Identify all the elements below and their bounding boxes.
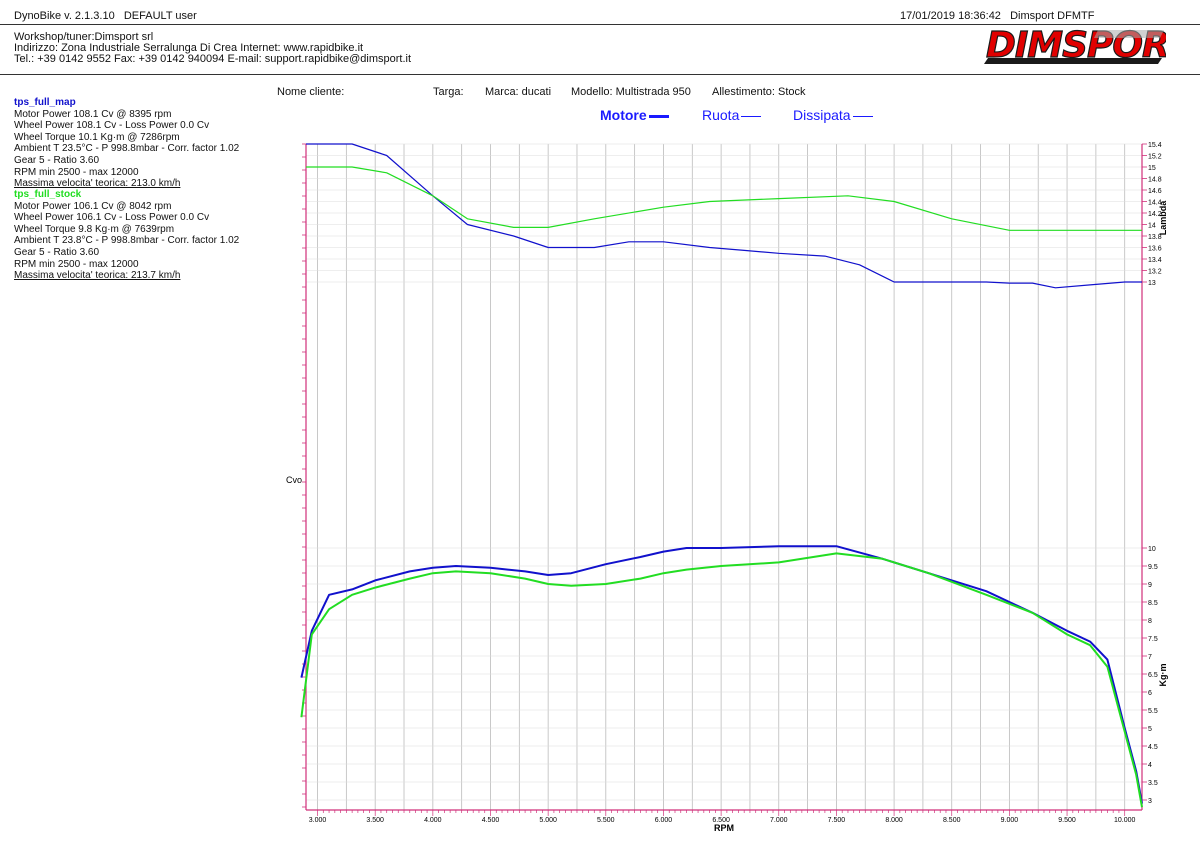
lambda-tick-label: 14.6 bbox=[1148, 188, 1162, 195]
torque-tick-label: 4 bbox=[1148, 762, 1152, 769]
x-tick-label: 8.500 bbox=[943, 817, 961, 824]
torque-tick-label: 7 bbox=[1148, 654, 1152, 661]
cvo-label: Cvo bbox=[286, 475, 302, 485]
x-axis-label: RPM bbox=[714, 823, 734, 833]
lambda-tick-label: 13.4 bbox=[1148, 257, 1162, 264]
torque-axis-label: Kg·m bbox=[1158, 664, 1168, 687]
chart-axes bbox=[302, 143, 1143, 816]
x-tick-label: 4.000 bbox=[424, 817, 442, 824]
torque-tick-label: 6 bbox=[1148, 690, 1152, 697]
torque-tick-label: 5 bbox=[1148, 726, 1152, 733]
x-tick-label: 5.500 bbox=[597, 817, 615, 824]
chart-grid bbox=[306, 143, 1142, 810]
torque-tick-label: 3 bbox=[1148, 798, 1152, 805]
lambda-tick-label: 14 bbox=[1148, 223, 1156, 230]
x-tick-label: 7.500 bbox=[828, 817, 846, 824]
lambda-line-tps_full_map bbox=[306, 143, 1142, 289]
x-tick-label: 4.500 bbox=[482, 817, 500, 824]
lambda-tick-label: 15.4 bbox=[1148, 142, 1162, 149]
torque-line-tps_full_stock bbox=[300, 552, 1143, 808]
x-tick-label: 3.000 bbox=[309, 817, 327, 824]
x-tick-label: 9.500 bbox=[1058, 817, 1076, 824]
torque-tick-label: 7.5 bbox=[1148, 636, 1158, 643]
torque-tick-label: 4.5 bbox=[1148, 744, 1158, 751]
lambda-line-tps_full_stock bbox=[306, 166, 1142, 231]
chart-ticks: 15.415.21514.814.614.414.21413.813.613.4… bbox=[309, 142, 1162, 824]
torque-tick-label: 3.5 bbox=[1148, 780, 1158, 787]
torque-tick-label: 8.5 bbox=[1148, 600, 1158, 607]
x-tick-label: 8.000 bbox=[885, 817, 903, 824]
x-tick-label: 3.500 bbox=[366, 817, 384, 824]
lambda-tick-label: 13.6 bbox=[1148, 246, 1162, 253]
lambda-tick-label: 13.2 bbox=[1148, 269, 1162, 276]
lambda-tick-label: 14.8 bbox=[1148, 177, 1162, 184]
lambda-tick-label: 15 bbox=[1148, 165, 1156, 172]
lambda-tick-label: 15.2 bbox=[1148, 154, 1162, 161]
x-tick-label: 10.000 bbox=[1114, 817, 1136, 824]
chart-series bbox=[300, 143, 1143, 808]
torque-tick-label: 10 bbox=[1148, 546, 1156, 553]
torque-tick-label: 6.5 bbox=[1148, 672, 1158, 679]
x-tick-label: 6.000 bbox=[655, 817, 673, 824]
torque-tick-label: 9 bbox=[1148, 582, 1152, 589]
torque-line-tps_full_map bbox=[300, 545, 1143, 804]
x-tick-label: 7.000 bbox=[770, 817, 788, 824]
lambda-tick-label: 13 bbox=[1148, 280, 1156, 287]
x-tick-label: 9.000 bbox=[1001, 817, 1019, 824]
lambda-axis-label: Lambda bbox=[1158, 200, 1168, 236]
torque-tick-label: 5.5 bbox=[1148, 708, 1158, 715]
x-tick-label: 5.000 bbox=[539, 817, 557, 824]
torque-tick-label: 9.5 bbox=[1148, 564, 1158, 571]
dyno-chart: 15.415.21514.814.614.414.21413.813.613.4… bbox=[286, 142, 1168, 833]
torque-tick-label: 8 bbox=[1148, 618, 1152, 625]
